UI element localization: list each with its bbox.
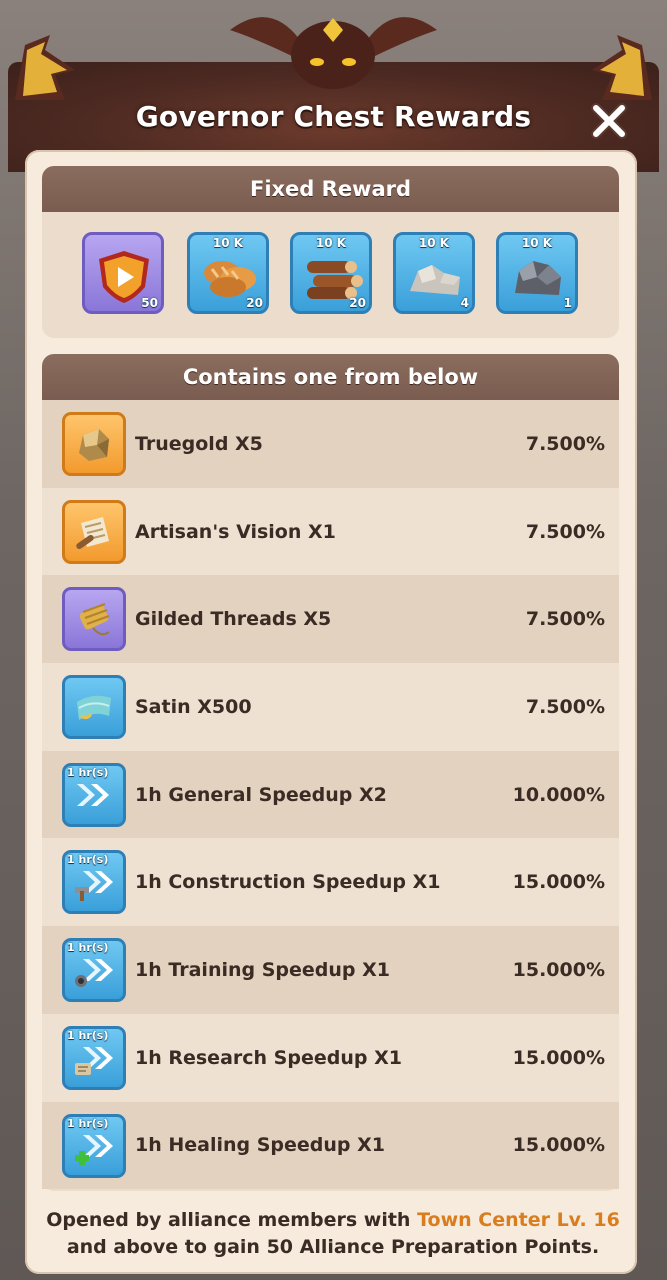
footer-text-start: Opened by alliance members with	[46, 1209, 418, 1231]
item-amount-label: 10 K	[418, 236, 450, 250]
list-item[interactable]: Truegold X5 7.500%	[42, 400, 619, 488]
reward-label: Truegold X5	[135, 432, 263, 455]
reward-label: 1h Research Speedup X1	[135, 1046, 402, 1069]
close-x-icon	[591, 103, 627, 139]
list-item[interactable]: 1 hr(s) 1h Construction Speedup X1 15.00…	[42, 838, 619, 927]
reward-chance: 7.500%	[525, 520, 605, 543]
list-item[interactable]: Satin X500 7.500%	[42, 663, 619, 751]
fixed-reward-item[interactable]: 10 K 4	[393, 232, 475, 314]
dragon-crest-icon	[230, 17, 437, 89]
reward-chance: 7.500%	[525, 432, 605, 455]
truegold-icon	[79, 429, 109, 461]
item-tile: 1 hr(s)	[62, 762, 126, 827]
item-tile	[62, 499, 126, 564]
stone-icon	[410, 265, 460, 295]
item-tile: 1 hr(s)	[62, 1025, 126, 1090]
reward-label: Artisan's Vision X1	[135, 520, 336, 543]
item-amount-label: 10 K	[212, 236, 244, 250]
reward-chance: 10.000%	[512, 783, 605, 806]
reward-label: Gilded Threads X5	[135, 608, 332, 631]
reward-chance: 15.000%	[512, 871, 605, 894]
reward-list: Truegold X5 7.500% Artisan's Vision X1 7…	[42, 400, 619, 1190]
item-count: 4	[460, 296, 469, 310]
list-item[interactable]: 1 hr(s) 1h General Speedup X2 10.000%	[42, 750, 619, 839]
reward-chance: 15.000%	[512, 958, 605, 981]
close-button[interactable]	[588, 100, 630, 142]
list-item[interactable]: 1 hr(s) 1h Training Speedup X1 15.000%	[42, 926, 619, 1014]
item-tile	[62, 675, 126, 740]
reward-label: 1h Healing Speedup X1	[135, 1134, 386, 1157]
item-tile: 1 hr(s)	[62, 850, 126, 915]
fixed-reward-heading: Fixed Reward	[42, 166, 619, 212]
reward-chance: 7.500%	[525, 695, 605, 718]
reward-label: Satin X500	[135, 695, 252, 718]
footer-text-end: and above to gain 50 Alliance Preparatio…	[66, 1236, 600, 1258]
fixed-reward-item[interactable]: 10 K 20	[290, 232, 372, 314]
item-amount-label: 10 K	[315, 236, 347, 250]
reward-label: 1h Construction Speedup X1	[135, 871, 441, 894]
training-speedup-icon	[75, 959, 113, 988]
item-tile	[62, 587, 126, 652]
contains-heading: Contains one from below	[42, 354, 619, 400]
construction-speedup-icon	[75, 871, 113, 902]
list-item[interactable]: 1 hr(s) 1h Research Speedup X1 15.000%	[42, 1013, 619, 1102]
left-wing-ornament	[15, 35, 75, 100]
reward-label: 1h Training Speedup X1	[135, 958, 390, 981]
item-count: 1	[563, 296, 572, 310]
list-item[interactable]: Gilded Threads X5 7.500%	[42, 575, 619, 664]
reward-label: 1h General Speedup X2	[135, 783, 387, 806]
satin-cloth-icon	[77, 695, 111, 721]
research-speedup-icon	[75, 1046, 113, 1075]
fixed-reward-item[interactable]: 10 K 1	[496, 232, 578, 314]
iron-ore-icon	[515, 261, 561, 295]
fixed-reward-item[interactable]: 50	[82, 232, 164, 314]
fixed-reward-item[interactable]: 10 K 20	[187, 232, 269, 314]
list-item[interactable]: Artisan's Vision X1 7.500%	[42, 487, 619, 576]
item-count: 20	[349, 296, 366, 310]
reward-chance: 7.500%	[525, 608, 605, 631]
footer-note: Opened by alliance members with Town Cen…	[40, 1207, 626, 1261]
list-item[interactable]: 1 hr(s) 1h Healing Speedup X1 15.000%	[42, 1101, 619, 1190]
reward-chance: 15.000%	[512, 1046, 605, 1069]
speedup-chevrons-icon	[77, 783, 109, 806]
dialog-header: Governor Chest Rewards	[0, 0, 667, 172]
right-wing-ornament	[592, 35, 652, 100]
item-tile: 1 hr(s)	[62, 1113, 126, 1178]
item-count: 50	[141, 296, 158, 310]
healing-speedup-icon	[75, 1134, 113, 1165]
item-amount-label: 10 K	[521, 236, 553, 250]
footer-highlight: Town Center Lv. 16	[417, 1209, 620, 1231]
item-count: 20	[246, 296, 263, 310]
reward-chance: 15.000%	[512, 1134, 605, 1157]
item-tile: 1 hr(s)	[62, 938, 126, 1003]
blueprint-scroll-icon	[76, 516, 109, 549]
thread-spool-icon	[79, 603, 110, 636]
item-tile	[62, 412, 126, 476]
fixed-reward-items: 50 10 K 20 10 K 20 10 K 4 10 K 1	[82, 232, 582, 322]
dialog-title: Governor Chest Rewards	[135, 100, 532, 133]
